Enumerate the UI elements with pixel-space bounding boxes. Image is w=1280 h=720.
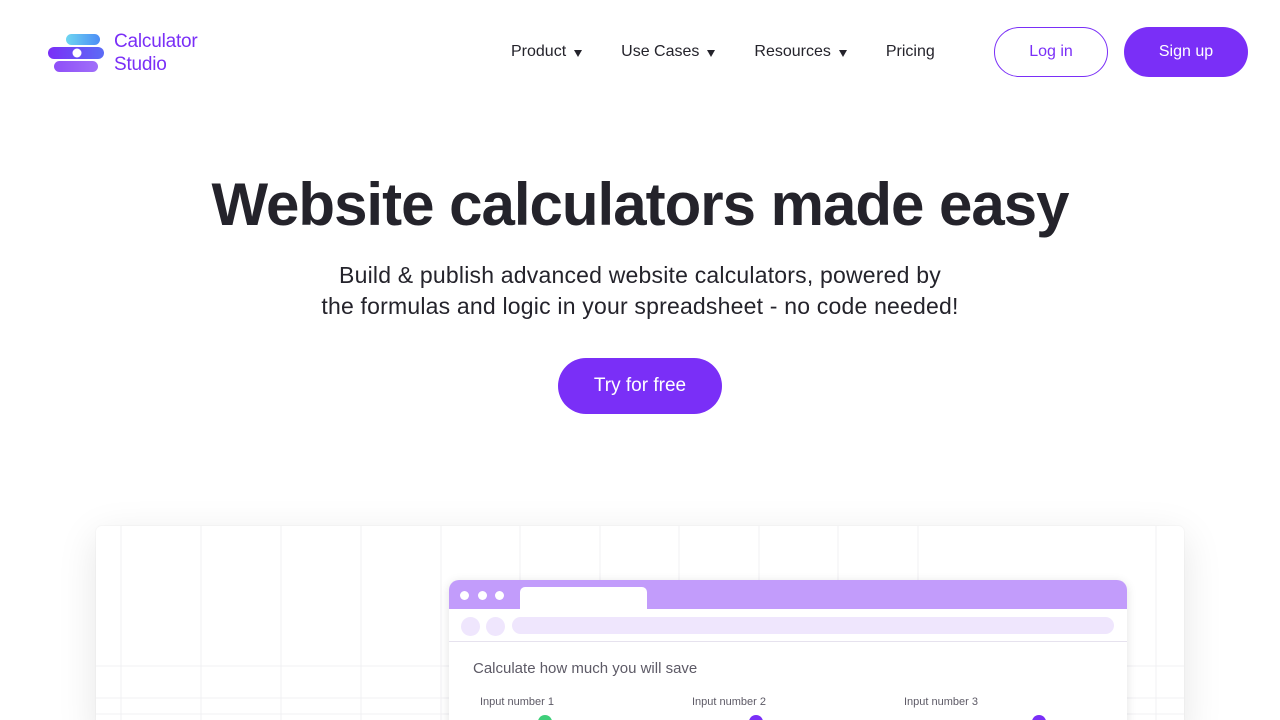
nav-back-icon: [461, 617, 480, 636]
calculator-studio-logo-icon: [48, 32, 104, 74]
login-button[interactable]: Log in: [994, 27, 1108, 77]
hero-subtitle-line1: Build & publish advanced website calcula…: [339, 262, 941, 288]
nav-item-pricing[interactable]: Pricing: [886, 43, 935, 61]
logo-text: Calculator Studio: [114, 30, 198, 76]
nav-item-label: Resources: [754, 43, 831, 60]
window-dot-icon: [478, 591, 487, 600]
caret-down-icon: [707, 50, 716, 57]
input-label: Input number 3: [904, 696, 978, 708]
input-label: Input number 2: [692, 696, 766, 708]
browser-tab: [520, 587, 647, 609]
window-dot-icon: [460, 591, 469, 600]
caret-down-icon: [838, 50, 847, 57]
browser-url-bar: [512, 617, 1114, 634]
hero-title: Website calculators made easy: [211, 171, 1070, 238]
logo-link[interactable]: Calculator Studio: [48, 30, 198, 76]
hero-subtitle-line2: the formulas and logic in your spreadshe…: [321, 293, 959, 319]
product-preview: Calculate how much you will save Input n…: [96, 526, 1184, 720]
logo-text-line1: Calculator: [114, 31, 198, 52]
nav-item-resources[interactable]: Resources: [754, 43, 847, 61]
nav-item-product[interactable]: Product: [511, 43, 583, 61]
nav-item-label: Product: [511, 43, 567, 60]
slider-handle: [538, 715, 552, 720]
nav-item-label: Use Cases: [621, 43, 700, 60]
main-nav: Product Use Cases Resources Pricing: [511, 38, 935, 66]
nav-forward-icon: [486, 617, 505, 636]
browser-mockup: Calculate how much you will save Input n…: [449, 580, 1127, 720]
slider-handle: [749, 715, 763, 720]
window-dot-icon: [495, 591, 504, 600]
caret-down-icon: [574, 50, 583, 57]
signup-button[interactable]: Sign up: [1124, 27, 1248, 77]
nav-item-use-cases[interactable]: Use Cases: [621, 43, 716, 61]
site-header: Calculator Studio Product Use Cases Reso…: [0, 0, 1280, 104]
calculator-title: Calculate how much you will save: [473, 660, 698, 677]
hero-subtitle: Build & publish advanced website calcula…: [240, 260, 1040, 322]
try-for-free-button[interactable]: Try for free: [558, 358, 722, 414]
logo-text-line2: Studio: [114, 54, 167, 75]
nav-item-label: Pricing: [885, 43, 935, 60]
input-label: Input number 1: [480, 696, 554, 708]
browser-address-row: [449, 609, 1127, 642]
browser-title-bar: [449, 580, 1127, 609]
slider-handle: [1032, 715, 1046, 720]
